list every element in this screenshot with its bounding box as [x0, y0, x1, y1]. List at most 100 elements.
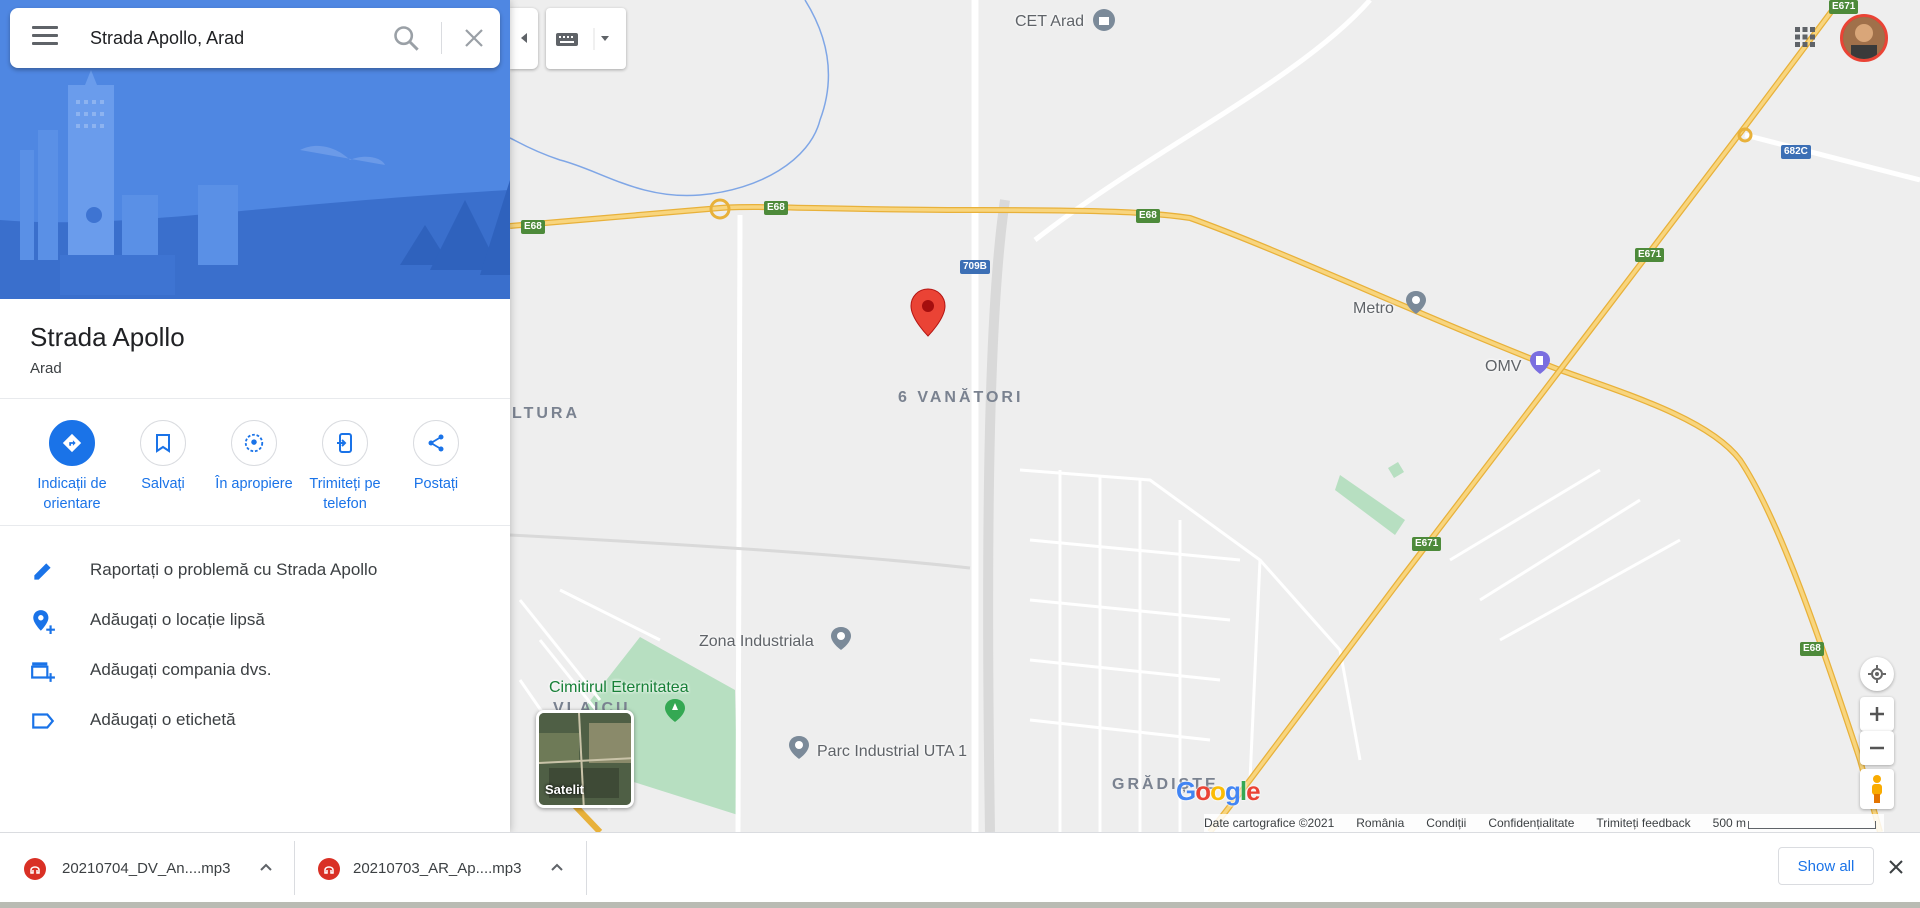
add-label-label: Adăugați o etichetă — [90, 710, 236, 729]
feedback-link[interactable]: Trimiteți feedback — [1596, 816, 1690, 830]
share-icon — [428, 434, 444, 452]
nearby-button[interactable]: În apropiere — [208, 420, 300, 494]
show-all-downloads-button[interactable]: Show all — [1778, 847, 1874, 885]
industrial-park-poi-icon[interactable] — [787, 735, 811, 759]
add-business-label: Adăugați compania dvs. — [90, 660, 272, 679]
place-side-panel: Strada Apollo Arad Indicații de orientar… — [0, 0, 510, 832]
road-shield-e671: E671 — [1635, 248, 1665, 262]
directions-icon — [62, 433, 82, 453]
street-view-pegman[interactable] — [1860, 769, 1894, 809]
privacy-link[interactable]: Confidențialitate — [1488, 816, 1574, 830]
nearby-icon — [244, 433, 264, 453]
map-footer: Date cartografice ©2021 România Condiții… — [1204, 814, 1884, 832]
road-shield-e68: E68 — [1800, 642, 1824, 656]
district-label-ltura: LTURA — [512, 405, 581, 422]
audio-file-icon — [24, 858, 46, 880]
collapse-panel-button[interactable] — [510, 8, 538, 69]
report-problem-row[interactable]: Raportați o problemă cu Strada Apollo — [0, 545, 510, 595]
search-input[interactable] — [90, 22, 360, 54]
user-photo-icon — [1843, 17, 1885, 59]
bookmark-icon — [156, 434, 170, 453]
share-button[interactable]: Postați — [390, 420, 482, 494]
road-shield-682c: 682C — [1781, 145, 1811, 159]
place-title: Strada Apollo — [30, 322, 185, 352]
building-poi-icon[interactable] — [1092, 8, 1116, 32]
download-item[interactable]: 20210704_DV_An....mp3 — [0, 833, 294, 903]
my-location-icon — [1868, 665, 1886, 683]
hamburger-menu-icon[interactable] — [32, 26, 58, 50]
edit-pencil-icon — [34, 563, 51, 580]
poi-label-cet-arad[interactable]: CET Arad — [1015, 13, 1084, 31]
download-item[interactable]: 20210703_AR_Ap....mp3 — [294, 833, 586, 903]
label-tag-icon — [32, 713, 55, 729]
my-location-button[interactable] — [1860, 657, 1894, 691]
download-separator — [586, 841, 587, 895]
pegman-icon — [1872, 775, 1882, 803]
shop-poi-icon[interactable] — [1404, 290, 1428, 314]
add-missing-place-label: Adăugați o locație lipsă — [90, 610, 265, 629]
nearby-label: În apropiere — [215, 476, 293, 492]
road-shield-e68: E68 — [521, 220, 545, 234]
minus-icon — [1870, 746, 1884, 750]
save-label: Salvați — [141, 476, 185, 492]
close-downloads-icon[interactable] — [1886, 857, 1906, 877]
close-icon[interactable] — [462, 26, 486, 50]
directions-label: Indicații de orientare — [37, 476, 107, 512]
apps-grid-icon[interactable] — [1793, 25, 1817, 49]
location-pin-icon[interactable] — [910, 288, 946, 338]
road-shield-e68: E68 — [764, 201, 788, 215]
plus-icon — [1870, 707, 1884, 721]
share-label: Postați — [413, 476, 459, 492]
zoom-out-button[interactable] — [1860, 731, 1894, 765]
audio-file-icon — [318, 858, 340, 880]
poi-label-metro[interactable]: Metro — [1353, 300, 1394, 318]
report-problem-label: Raportați o problemă cu Strada Apollo — [90, 560, 378, 579]
divider — [0, 398, 510, 399]
maps-app: CET Arad Metro OMV Zona Industriala Cimi… — [0, 0, 1920, 908]
poi-label-cimitirul[interactable]: Cimitirul Eternitatea — [549, 679, 689, 697]
scale-bar[interactable] — [1748, 821, 1876, 829]
downloads-bar: 20210704_DV_An....mp3 20210703_AR_Ap....… — [0, 832, 1920, 902]
poi-label-parc-industrial[interactable]: Parc Industrial UTA 1 — [817, 743, 967, 761]
google-logo: Google — [1176, 776, 1261, 806]
add-label-row[interactable]: Adăugați o etichetă — [0, 695, 510, 745]
caret-left-icon — [521, 33, 527, 43]
save-button[interactable]: Salvați — [117, 420, 209, 494]
road-shield-e671: E671 — [1829, 0, 1859, 14]
download-filename: 20210703_AR_Ap....mp3 — [353, 860, 522, 877]
download-filename: 20210704_DV_An....mp3 — [62, 860, 231, 877]
add-missing-place-row[interactable]: Adăugați o locație lipsă — [0, 595, 510, 645]
terms-link[interactable]: Condiții — [1426, 816, 1466, 830]
send-to-phone-label: Trimiteți pe telefon — [309, 476, 381, 512]
place-subtitle: Arad — [30, 360, 62, 377]
zoom-in-button[interactable] — [1860, 697, 1894, 731]
directions-button[interactable]: Indicații de orientare — [26, 420, 118, 514]
chevron-up-icon[interactable] — [549, 859, 565, 875]
cemetery-poi-icon[interactable] — [663, 698, 687, 722]
add-business-row[interactable]: Adăugați compania dvs. — [0, 645, 510, 695]
add-location-icon — [33, 610, 55, 634]
search-box — [10, 8, 500, 68]
scale-label[interactable]: 500 m — [1713, 816, 1746, 830]
divider — [0, 525, 510, 526]
add-business-icon — [31, 662, 55, 682]
taskbar-strip — [0, 902, 1920, 908]
chevron-up-icon[interactable] — [258, 859, 274, 875]
country-link[interactable]: România — [1356, 816, 1404, 830]
account-avatar[interactable] — [1840, 14, 1888, 62]
poi-label-zona-industriala[interactable]: Zona Industriala — [699, 633, 814, 651]
district-label-vanatori: 6 VANĂTORI — [898, 389, 1024, 406]
satellite-layer-toggle[interactable]: Satelit — [536, 710, 634, 808]
search-icon[interactable] — [392, 24, 420, 52]
road-shield-709b: 709B — [960, 260, 990, 274]
poi-label-omv[interactable]: OMV — [1485, 358, 1521, 376]
road-shield-e68: E68 — [1136, 209, 1160, 223]
send-to-phone-icon — [337, 433, 352, 453]
send-to-phone-button[interactable]: Trimiteți pe telefon — [299, 420, 391, 514]
road-shield-e671: E671 — [1412, 537, 1442, 551]
input-tools-button[interactable] — [546, 8, 626, 69]
satellite-label: Satelit — [545, 782, 585, 797]
industrial-poi-icon[interactable] — [829, 626, 853, 650]
search-divider — [441, 22, 442, 54]
gas-station-poi-icon[interactable] — [1528, 350, 1552, 374]
